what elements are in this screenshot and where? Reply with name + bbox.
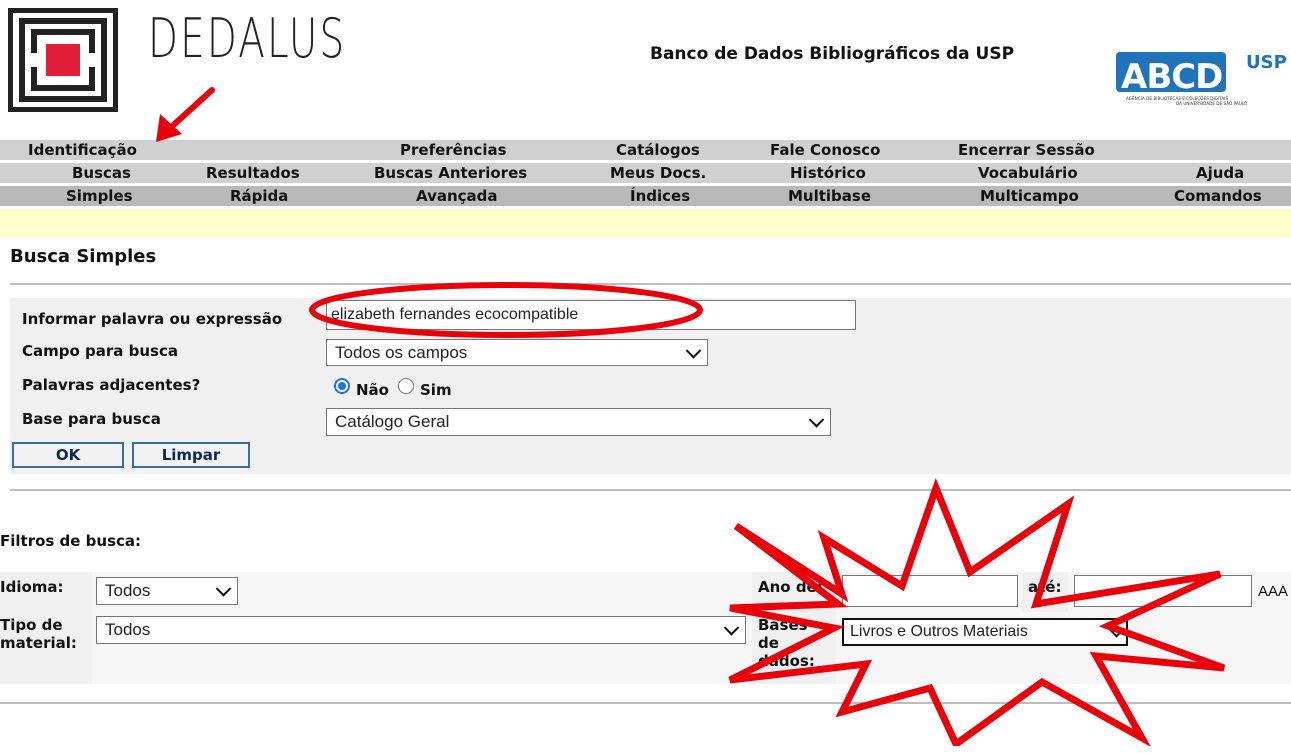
menu-row-sections: Buscas Resultados Buscas Anteriores Meus… <box>0 163 1291 183</box>
ok-button[interactable]: OK <box>12 442 124 468</box>
radio-sim-label: Sim <box>420 381 452 399</box>
red-arrow-annotation-icon <box>156 87 215 142</box>
radio-nao-label: Não <box>356 381 389 399</box>
menu-buscas[interactable]: Buscas <box>72 163 131 183</box>
base-select[interactable]: Catálogo Geral <box>326 408 831 436</box>
menu-multicampo[interactable]: Multicampo <box>980 186 1079 206</box>
menu-multibase[interactable]: Multibase <box>788 186 871 206</box>
ano-format-hint: AAA <box>1258 583 1289 600</box>
label-palavra: Informar palavra ou expressão <box>22 310 283 328</box>
base-select-value: Catálogo Geral <box>335 412 450 431</box>
idioma-select-value: Todos <box>105 581 151 600</box>
menu-vocabulario[interactable]: Vocabulário <box>978 163 1078 183</box>
abcd-usp-text: USP <box>1246 52 1287 73</box>
campo-select-value: Todos os campos <box>335 343 468 362</box>
radio-sim[interactable] <box>398 378 414 394</box>
abcd-logo-text: ABCD <box>1121 57 1222 97</box>
menu-resultados[interactable]: Resultados <box>206 163 300 183</box>
chevron-down-icon <box>685 342 702 359</box>
brand-name: DEDALUS <box>148 7 347 70</box>
abcd-usp-logo-icon: ABCD USP AGÊNCIA DE BIBLIOTECAS E COLEÇÕ… <box>1116 52 1287 106</box>
limpar-button[interactable]: Limpar <box>132 442 250 468</box>
menu-ajuda[interactable]: Ajuda <box>1196 163 1244 183</box>
label-adjacentes: Palavras adjacentes? <box>22 376 201 394</box>
tipo-material-select-value: Todos <box>105 620 151 639</box>
idioma-select[interactable]: Todos <box>96 577 238 605</box>
message-bar <box>0 209 1291 237</box>
menu-identificacao[interactable]: Identificação <box>28 140 137 160</box>
menu-preferencias[interactable]: Preferências <box>400 140 507 160</box>
menu-avancada[interactable]: Avançada <box>416 186 498 206</box>
radio-nao[interactable] <box>334 378 350 394</box>
menu-buscas-anteriores[interactable]: Buscas Anteriores <box>374 163 527 183</box>
label-material: material: <box>0 634 77 652</box>
menu-historico[interactable]: Histórico <box>790 163 866 183</box>
label-campo: Campo para busca <box>22 342 178 360</box>
menu-encerrar-sessao[interactable]: Encerrar Sessão <box>958 140 1095 160</box>
menu-row-search-types: Simples Rápida Avançada Índices Multibas… <box>0 186 1291 206</box>
label-idioma: Idioma: <box>0 578 64 596</box>
menu-simples[interactable]: Simples <box>66 186 133 206</box>
menu-rapida[interactable]: Rápida <box>230 186 288 206</box>
label-tipo-de: Tipo de <box>0 616 63 634</box>
red-starburst-annotation-icon <box>728 478 1226 746</box>
menu-catalogos[interactable]: Catálogos <box>616 140 700 160</box>
menu-indices[interactable]: Índices <box>630 186 690 206</box>
menu-fale-conosco[interactable]: Fale Conosco <box>770 140 880 160</box>
chevron-down-icon <box>808 412 825 428</box>
database-title: Banco de Dados Bibliográficos da USP <box>650 44 1015 64</box>
red-ellipse-annotation-icon <box>309 282 703 338</box>
filters-title: Filtros de busca: <box>0 532 142 550</box>
menu-meus-docs[interactable]: Meus Docs. <box>610 163 706 183</box>
abcd-tagline-2: DA UNIVERSIDADE DE SÃO PAULO <box>1176 101 1248 106</box>
page-title: Busca Simples <box>10 246 157 267</box>
tipo-material-select[interactable]: Todos <box>96 616 746 644</box>
label-base: Base para busca <box>22 410 161 428</box>
campo-select[interactable]: Todos os campos <box>326 339 708 366</box>
dedalus-logo-icon <box>8 8 118 112</box>
menu-comandos[interactable]: Comandos <box>1174 186 1262 206</box>
chevron-down-icon <box>215 581 232 597</box>
